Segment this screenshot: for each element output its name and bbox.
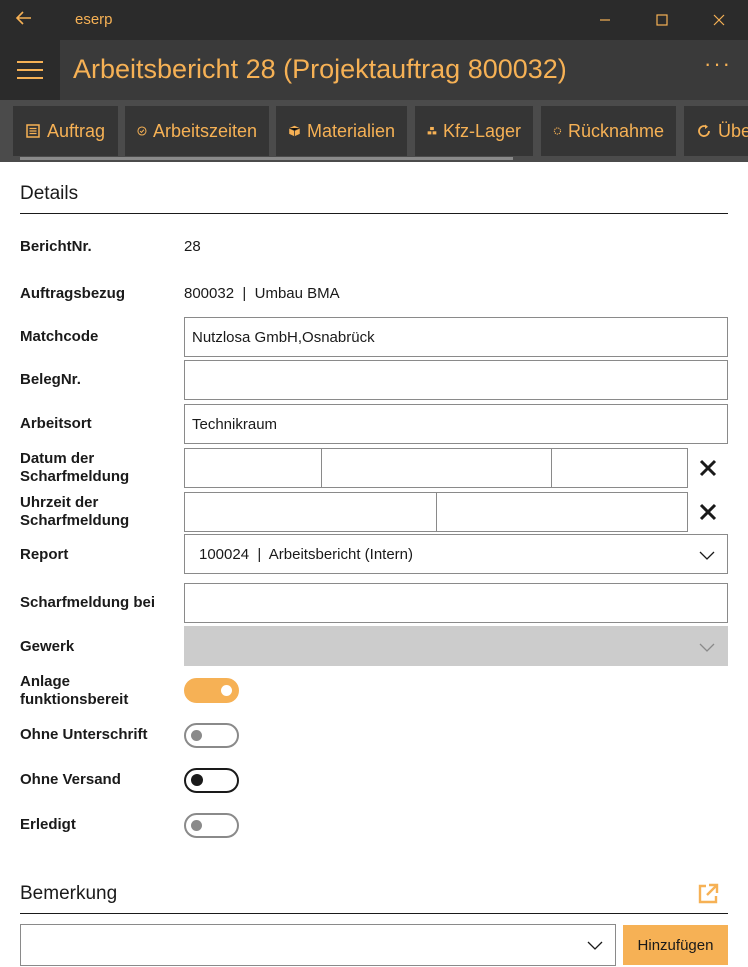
auftragsbezug-label: Auftragsbezug	[20, 285, 125, 302]
clear-time-icon[interactable]	[692, 496, 724, 528]
minimize-button[interactable]	[582, 4, 628, 36]
refresh-icon	[698, 124, 710, 137]
materialien-button[interactable]: Materialien	[276, 106, 407, 156]
uhrzeit-scharfmeldung-label: Uhrzeit der Scharfmeldung	[20, 494, 130, 529]
boxes-icon	[427, 126, 437, 135]
anlage-funktionsbereit-label: Anlage funktionsbereit	[20, 673, 129, 708]
chevron-down-icon	[699, 643, 715, 652]
date-year-field[interactable]	[551, 448, 688, 488]
page-header: Arbeitsbericht 28 (Projektauftrag 800032…	[0, 40, 748, 100]
belegnr-label: BelegNr.	[20, 371, 81, 388]
chevron-down-icon	[587, 941, 603, 950]
time-hour-field[interactable]	[184, 492, 437, 532]
materialien-label: Materialien	[306, 120, 395, 141]
spinner-icon	[553, 127, 562, 135]
anlage-funktionsbereit-toggle[interactable]	[184, 678, 239, 703]
close-window-button[interactable]	[696, 4, 742, 36]
ohne-versand-label: Ohne Versand	[20, 771, 121, 788]
datum-scharfmeldung-label: Datum der Scharfmeldung	[20, 450, 130, 485]
list-icon	[26, 124, 40, 138]
back-arrow-icon[interactable]	[14, 8, 46, 32]
ruecknahme-button[interactable]: Rücknahme	[541, 106, 676, 156]
report-value: 100024 | Arbeitsbericht (Intern)	[199, 545, 414, 563]
report-select[interactable]: 100024 | Arbeitsbericht (Intern)	[184, 534, 728, 574]
hinzufuegen-button[interactable]: Hinzufügen	[623, 925, 728, 965]
belegnr-field[interactable]	[184, 360, 728, 400]
erledigt-toggle[interactable]	[184, 813, 239, 838]
matchcode-label: Matchcode	[20, 328, 99, 345]
uebernahme-button[interactable]: Übe	[684, 106, 748, 156]
gewerk-label: Gewerk	[20, 638, 75, 655]
arbeitsort-label: Arbeitsort	[20, 415, 92, 432]
more-options-button[interactable]: ···	[700, 53, 736, 82]
berichtnr-value: 28	[184, 238, 201, 255]
hamburger-menu-icon[interactable]	[0, 40, 60, 100]
bemerkung-section-title: Bemerkung	[20, 883, 118, 904]
report-label: Report	[20, 546, 69, 563]
toolbar-scrollbar[interactable]	[20, 157, 513, 160]
arbeitszeiten-button[interactable]: Arbeitszeiten	[125, 106, 269, 156]
details-section-title: Details	[20, 183, 79, 204]
erledigt-label: Erledigt	[20, 816, 76, 833]
scharfmeldung-bei-field[interactable]	[184, 583, 728, 623]
details-divider	[20, 213, 728, 214]
auftrag-button[interactable]: Auftrag	[13, 106, 118, 156]
window-titlebar: eserp	[0, 0, 748, 40]
chevron-down-icon	[699, 551, 715, 560]
auftrag-label: Auftrag	[47, 120, 106, 141]
ruecknahme-label: Rücknahme	[567, 120, 664, 141]
gewerk-select	[184, 626, 728, 666]
scharfmeldung-bei-label: Scharfmeldung bei	[20, 594, 156, 611]
ohne-versand-toggle[interactable]	[184, 768, 239, 793]
bemerkung-select[interactable]	[20, 924, 616, 966]
date-day-field[interactable]	[184, 448, 322, 488]
clear-date-icon[interactable]	[692, 452, 724, 484]
berichtnr-label: BerichtNr.	[20, 238, 92, 255]
arbeitszeiten-label: Arbeitszeiten	[152, 120, 257, 141]
auftragsbezug-value: 800032 | Umbau BMA	[184, 285, 340, 302]
box-icon	[289, 125, 300, 137]
page-title: Arbeitsbericht 28 (Projektauftrag 800032…	[73, 54, 567, 84]
ohne-unterschrift-toggle[interactable]	[184, 723, 239, 748]
app-name: eserp	[75, 11, 113, 28]
uebernahme-label: Übe	[718, 120, 748, 141]
time-minute-field[interactable]	[436, 492, 688, 532]
clock-check-icon	[137, 126, 147, 136]
ohne-unterschrift-label: Ohne Unterschrift	[20, 726, 148, 743]
toolbar: Auftrag Arbeitszeiten Materialien Kfz-La…	[0, 100, 748, 162]
arbeitsort-field[interactable]: Technikraum	[184, 404, 728, 444]
matchcode-field[interactable]: Nutzlosa GmbH,Osnabrück	[184, 317, 728, 357]
bemerkung-divider	[20, 913, 728, 914]
external-link-icon[interactable]	[696, 882, 720, 906]
kfz-lager-label: Kfz-Lager	[442, 120, 521, 141]
date-month-field[interactable]	[321, 448, 552, 488]
kfz-lager-button[interactable]: Kfz-Lager	[415, 106, 533, 156]
maximize-button[interactable]	[639, 4, 685, 36]
